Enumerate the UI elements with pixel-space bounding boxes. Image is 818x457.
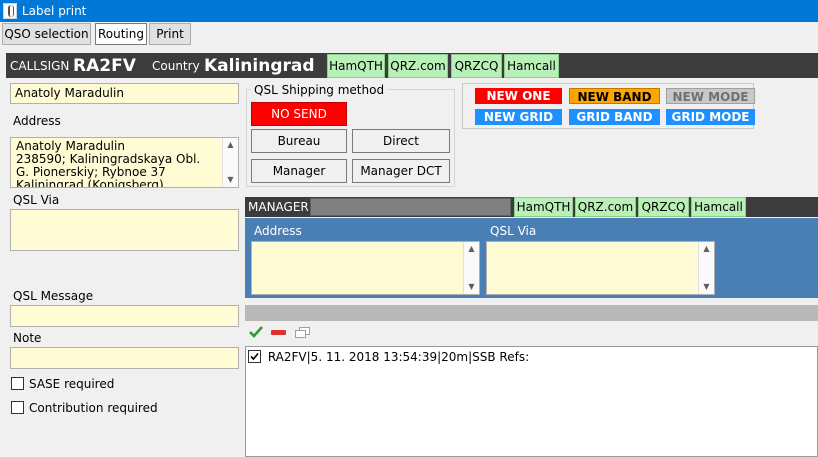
- sase-checkbox[interactable]: [11, 377, 24, 393]
- note-field[interactable]: [10, 347, 239, 369]
- list-item-text: RA2FV|5. 11. 2018 13:54:39|20m|SSB Refs:: [267, 350, 530, 364]
- note-label: Note: [13, 331, 42, 345]
- manager-dct-button[interactable]: Manager DCT: [352, 159, 450, 183]
- tab-routing[interactable]: Routing: [95, 23, 147, 45]
- contribution-checkbox[interactable]: [11, 401, 24, 417]
- scroll-up-icon[interactable]: ▲: [223, 138, 238, 152]
- direct-button[interactable]: Direct: [352, 129, 450, 153]
- label-print-window: Label print QSO selection Routing Print …: [0, 0, 818, 457]
- new-band-flag: NEW BAND: [569, 88, 660, 104]
- grid-mode-flag: GRID MODE: [666, 109, 755, 125]
- sase-label: SASE required: [29, 377, 115, 391]
- scroll-down-icon[interactable]: ▼: [464, 280, 479, 294]
- contribution-label: Contribution required: [29, 401, 158, 415]
- manager-callsign-field[interactable]: [310, 198, 511, 216]
- check-icon[interactable]: [249, 326, 263, 338]
- address-line: Kaliningrad (Konigsberg): [16, 178, 164, 188]
- name-field[interactable]: Anatoly Maradulin: [10, 83, 239, 104]
- tab-print[interactable]: Print: [149, 23, 191, 45]
- list-item[interactable]: RA2FV|5. 11. 2018 13:54:39|20m|SSB Refs:: [248, 350, 529, 364]
- window-title: Label print: [22, 4, 87, 18]
- manager-qrzcq-link-button[interactable]: QRZCQ: [638, 197, 689, 217]
- scroll-up-icon[interactable]: ▲: [464, 242, 479, 256]
- country-value: Kaliningrad: [204, 56, 315, 76]
- address-field[interactable]: Anatoly Maradulin 238590; Kaliningradska…: [10, 137, 239, 188]
- shipping-group-title: QSL Shipping method: [251, 83, 388, 97]
- address-label: Address: [13, 114, 61, 128]
- manager-address-scrollbar[interactable]: ▲ ▼: [463, 242, 479, 294]
- country-label: Country: [152, 59, 200, 73]
- hamqth-link-button[interactable]: HamQTH: [327, 54, 385, 78]
- qrzcq-link-button[interactable]: QRZCQ: [451, 54, 502, 78]
- manager-address-field[interactable]: ▲ ▼: [251, 241, 480, 295]
- app-icon: [3, 3, 17, 19]
- grid-band-flag: GRID BAND: [569, 109, 660, 125]
- qsl-message-field[interactable]: [10, 305, 239, 327]
- manager-hamqth-link-button[interactable]: HamQTH: [514, 197, 573, 217]
- bureau-button[interactable]: Bureau: [251, 129, 347, 153]
- scroll-down-icon[interactable]: ▼: [223, 173, 238, 187]
- callsign-value: RA2FV: [73, 56, 136, 76]
- scroll-down-icon[interactable]: ▼: [699, 280, 714, 294]
- manager-qsl-via-scrollbar[interactable]: ▲ ▼: [698, 242, 714, 294]
- manager-qsl-via-field[interactable]: ▲ ▼: [486, 241, 715, 295]
- qsl-via-field[interactable]: [10, 209, 239, 251]
- manager-hamcall-link-button[interactable]: Hamcall: [691, 197, 746, 217]
- qsl-via-label: QSL Via: [13, 193, 60, 207]
- list-item-checkbox[interactable]: [248, 350, 261, 363]
- tab-qso-selection[interactable]: QSO selection: [2, 23, 91, 45]
- address-scrollbar[interactable]: ▲ ▼: [222, 138, 238, 187]
- qso-list[interactable]: RA2FV|5. 11. 2018 13:54:39|20m|SSB Refs:: [245, 346, 818, 457]
- manager-label: MANAGER: [248, 200, 309, 214]
- minus-icon[interactable]: [271, 330, 286, 335]
- no-send-button[interactable]: NO SEND: [251, 102, 347, 126]
- manager-address-label: Address: [254, 224, 302, 238]
- scroll-up-icon[interactable]: ▲: [699, 242, 714, 256]
- manager-qsl-via-label: QSL Via: [490, 224, 537, 238]
- manager-button[interactable]: Manager: [251, 159, 347, 183]
- hamcall-link-button[interactable]: Hamcall: [504, 54, 559, 78]
- manager-qrzcom-link-button[interactable]: QRZ.com: [575, 197, 636, 217]
- new-mode-flag: NEW MODE: [666, 88, 755, 104]
- qrzcom-link-button[interactable]: QRZ.com: [388, 54, 448, 78]
- title-bar: Label print: [0, 0, 818, 22]
- new-grid-flag: NEW GRID: [475, 109, 562, 125]
- callsign-label: CALLSIGN: [10, 59, 70, 73]
- new-one-flag: NEW ONE: [475, 88, 562, 104]
- qsl-message-label: QSL Message: [13, 289, 94, 303]
- separator-bar: [245, 305, 818, 321]
- window-icon[interactable]: [295, 327, 310, 338]
